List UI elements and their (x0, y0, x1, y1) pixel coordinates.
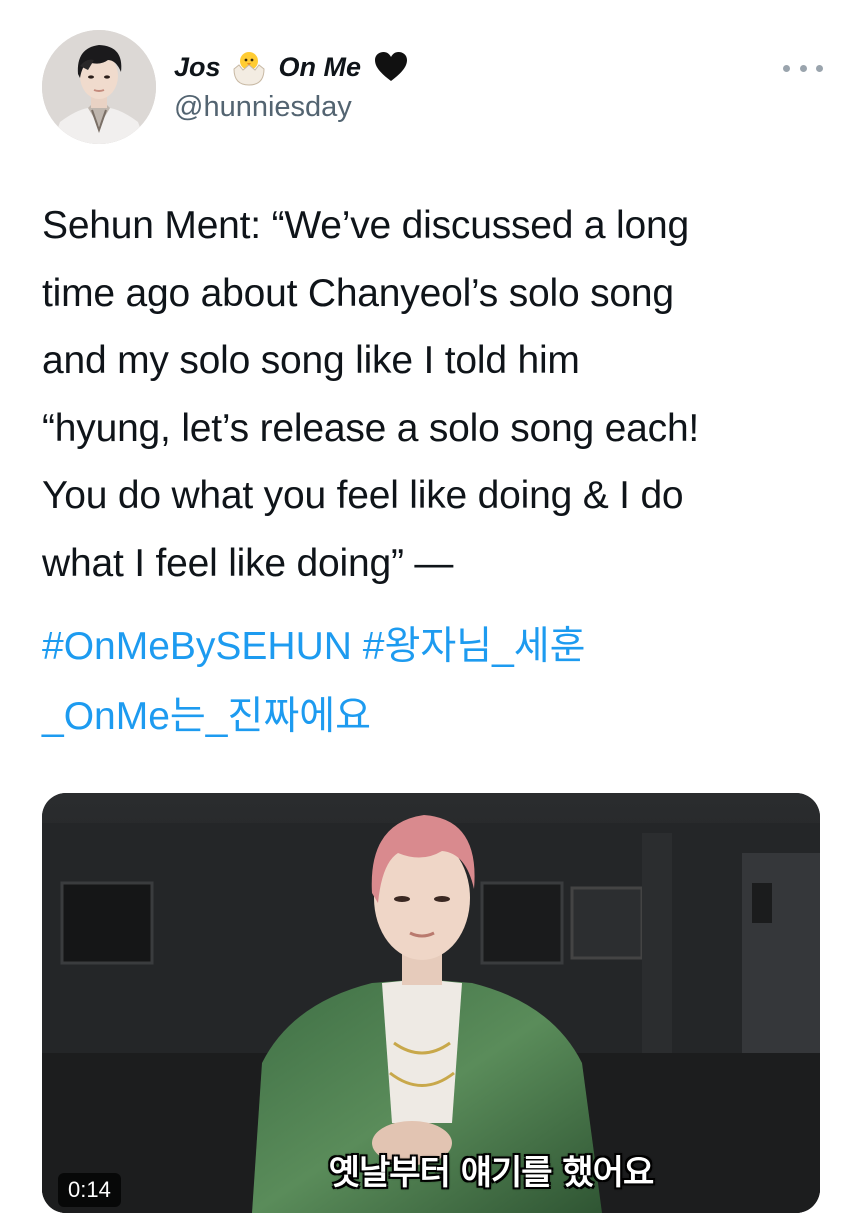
hashtags: #OnMeBySEHUN #왕자님_세훈 _OnMe는_진짜에요 (42, 612, 832, 752)
tweet-text: Sehun Ment: “We’ve discussed a long time… (42, 192, 832, 597)
video-duration-badge: 0:14 (58, 1173, 121, 1207)
dot (783, 64, 790, 72)
video-subtitle: 옛날부터 얘기를 했어요 (328, 1153, 654, 1193)
tweet-text-line: what I feel like doing” — (42, 541, 454, 585)
avatar[interactable] (42, 30, 156, 144)
tweet-text-line: Sehun Ment: “We’ve discussed a long (42, 204, 689, 247)
tweet-text-line: “hyung, let’s release a solo song each! (42, 406, 700, 450)
hashtag-line: #OnMeBySEHUN #왕자님_세훈 (42, 612, 832, 682)
display-name-part2: On Me (278, 52, 362, 82)
display-name-part1: Jos (174, 52, 221, 82)
more-options-icon[interactable] (783, 58, 823, 78)
hashtag-prince-sehun[interactable]: #왕자님_세훈 (363, 625, 586, 668)
black-heart-icon (373, 49, 409, 85)
user-names[interactable]: Jos On Me @hunniesday (174, 44, 409, 126)
hashtag-onmebysehun[interactable]: #OnMeBySEHUN (42, 625, 352, 668)
hashtag-line: _OnMe는_진짜에요 (42, 682, 832, 752)
display-name[interactable]: Jos On Me (174, 44, 409, 90)
tweet: Jos On Me @hunniesday Sehun Ment: “We’ve… (0, 0, 861, 1213)
dot (816, 64, 823, 72)
hatching-chick-icon (229, 47, 269, 87)
hashtag-prince-sehun-cont[interactable]: _OnMe는_진짜에요 (42, 695, 371, 738)
tweet-text-line: time ago about Chanyeol’s solo song (42, 271, 674, 315)
dot (799, 64, 807, 72)
video-player[interactable]: 옛날부터 얘기를 했어요 0:14 (42, 793, 820, 1213)
tweet-text-line: You do what you feel like doing & I do (42, 474, 684, 517)
user-handle[interactable]: @hunniesday (174, 88, 409, 126)
tweet-text-line: and my solo song like I told him (42, 339, 580, 382)
